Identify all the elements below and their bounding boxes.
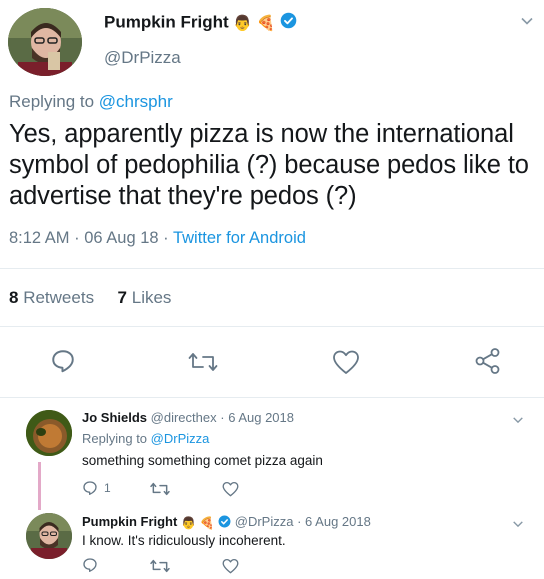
share-icon <box>475 348 500 374</box>
person-emoji: 👨 <box>180 515 196 530</box>
verified-badge-icon <box>280 12 297 34</box>
retweet-icon <box>150 559 170 573</box>
divider <box>0 268 544 269</box>
likes-label: Likes <box>131 288 172 307</box>
reply-text: something something comet pizza again <box>82 453 323 468</box>
replying-to-line: Replying to @chrsphr <box>9 92 173 112</box>
meta-separator: · <box>74 229 80 247</box>
replying-to-label: Replying to <box>9 92 99 111</box>
like-button[interactable] <box>222 481 239 502</box>
reply-header: Jo Shields @directhex · 6 Aug 2018 <box>82 410 294 425</box>
heart-icon <box>222 481 239 497</box>
verified-badge-icon <box>218 515 231 531</box>
avatar[interactable] <box>8 8 82 76</box>
like-button[interactable] <box>222 558 239 579</box>
retweets-stat[interactable]: 8 Retweets <box>9 288 99 307</box>
reply-author-name[interactable]: Pumpkin Fright <box>82 514 177 529</box>
reply-count: 1 <box>104 481 111 495</box>
meta-separator: · <box>163 229 169 247</box>
tweet-text: Yes, apparently pizza is now the interna… <box>9 120 529 210</box>
divider <box>0 397 544 398</box>
meta-separator: · <box>297 514 302 529</box>
reply-icon <box>52 350 74 373</box>
reply-text: I know. It's ridiculously incoherent. <box>82 533 286 548</box>
author-name[interactable]: Pumpkin Fright <box>104 12 229 31</box>
reply-header: Pumpkin Fright 👨 🍕 @DrPizza · 6 Aug 2018 <box>82 514 371 531</box>
tweet-source[interactable]: Twitter for Android <box>173 229 306 247</box>
retweet-icon <box>188 353 218 371</box>
more-menu-chevron-icon[interactable] <box>520 14 534 33</box>
reply-icon <box>83 481 97 495</box>
tweet-meta: 8:12 AM · 06 Aug 18 · Twitter for Androi… <box>9 229 306 248</box>
retweet-button[interactable] <box>150 558 170 579</box>
tweet-time[interactable]: 8:12 AM <box>9 229 70 247</box>
reply-more-chevron-icon[interactable] <box>512 517 524 535</box>
reply-date[interactable]: 6 Aug 2018 <box>228 410 294 425</box>
reply-author-handle[interactable]: @directhex <box>151 410 217 425</box>
pizza-emoji: 🍕 <box>199 515 215 530</box>
retweets-count: 8 <box>9 288 19 307</box>
reply-author-name[interactable]: Jo Shields <box>82 410 147 425</box>
reply-button[interactable] <box>50 348 76 379</box>
tweet-date[interactable]: 06 Aug 18 <box>84 229 158 247</box>
divider <box>0 326 544 327</box>
avatar[interactable] <box>26 513 72 559</box>
share-button[interactable] <box>474 347 502 380</box>
reply-author-handle[interactable]: @DrPizza <box>235 514 294 529</box>
reply-date[interactable]: 6 Aug 2018 <box>305 514 371 529</box>
heart-icon <box>333 350 359 374</box>
replying-to-link[interactable]: @DrPizza <box>151 431 210 446</box>
retweet-button[interactable] <box>188 350 218 379</box>
reply-icon <box>83 558 97 572</box>
person-emoji: 👨 <box>233 14 253 32</box>
avatar[interactable] <box>26 410 72 456</box>
heart-icon <box>222 558 239 574</box>
likes-count: 7 <box>117 288 128 307</box>
retweet-button[interactable] <box>150 481 170 502</box>
author-handle[interactable]: @DrPizza <box>104 48 181 68</box>
meta-separator: · <box>220 410 225 425</box>
replying-to-line: Replying to @DrPizza <box>82 431 209 446</box>
like-button[interactable] <box>332 349 360 380</box>
pizza-emoji: 🍕 <box>256 14 276 32</box>
replying-to-link[interactable]: @chrsphr <box>99 92 173 111</box>
tweet-stats: 8 Retweets 7 Likes <box>9 288 171 308</box>
reply-button[interactable] <box>82 557 98 578</box>
reply-button[interactable]: 1 <box>82 480 111 496</box>
retweets-label: Retweets <box>23 288 95 307</box>
reply-more-chevron-icon[interactable] <box>512 413 524 431</box>
likes-stat[interactable]: 7 Likes <box>118 288 172 307</box>
replying-to-label: Replying to <box>82 431 151 446</box>
thread-line <box>38 462 41 510</box>
retweet-icon <box>150 482 170 496</box>
